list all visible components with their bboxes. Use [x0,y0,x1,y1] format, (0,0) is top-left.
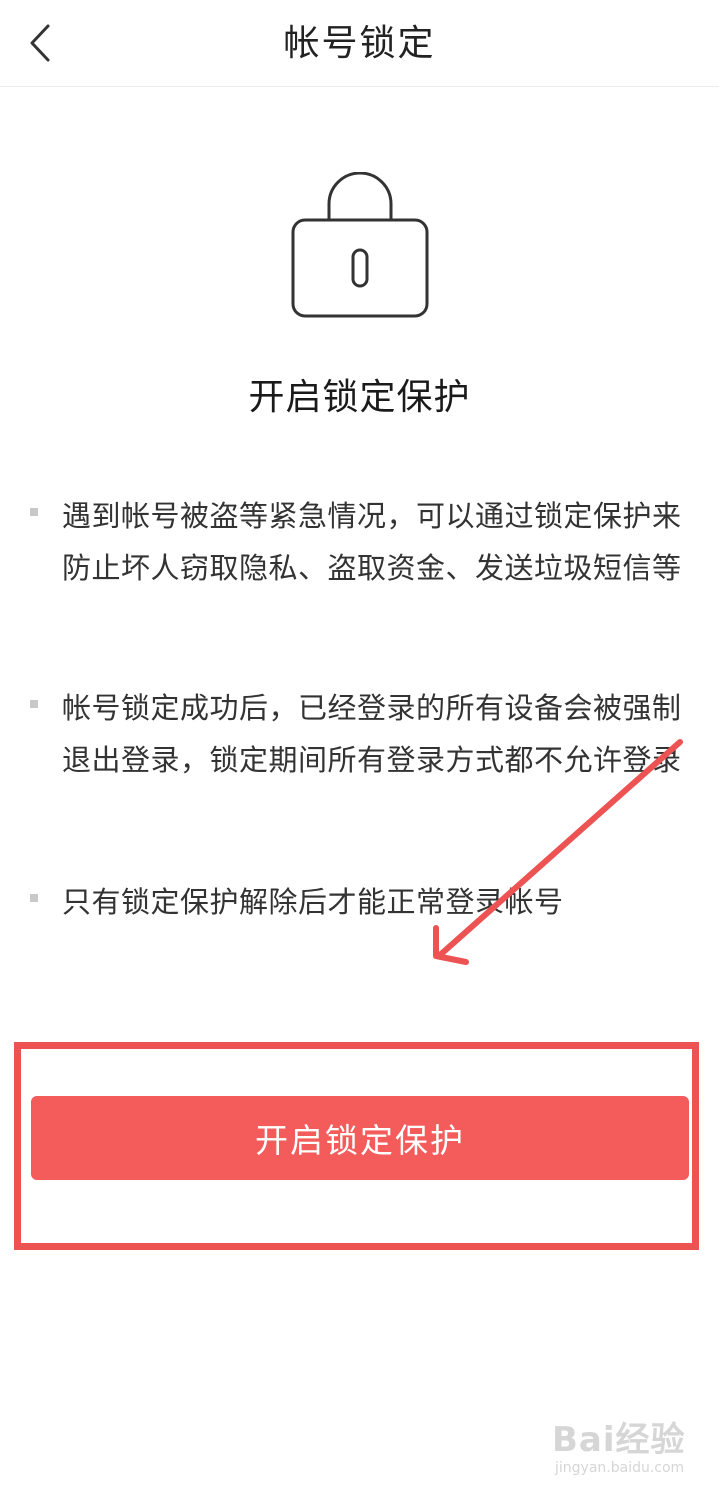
lock-protection-heading: 开启锁定保护 [248,377,471,418]
lock-icon [291,172,429,318]
list-item: 只有锁定保护解除后才能正常登录帐号 [30,876,686,928]
list-item: 遇到帐号被盗等紧急情况，可以通过锁定保护来防止坏人窃取隐私、盗取资金、发送垃圾短… [30,490,686,594]
list-item-text: 遇到帐号被盗等紧急情况，可以通过锁定保护来防止坏人窃取隐私、盗取资金、发送垃圾短… [62,499,682,585]
list-item-text: 只有锁定保护解除后才能正常登录帐号 [62,885,564,919]
top-nav-bar: 帐号锁定 [0,0,719,87]
watermark-url: jingyan.baidu.com [555,1460,685,1476]
bullet-marker [30,894,38,902]
bullet-marker [30,508,38,516]
bullet-marker [30,700,38,708]
watermark: Bai经验 jingyan.baidu.com [552,1412,712,1482]
page-title: 帐号锁定 [283,23,436,64]
list-item-text: 帐号锁定成功后，已经登录的所有设备会被强制退出登录，锁定期间所有登录方式都不允许… [62,691,682,777]
enable-lock-button[interactable]: 开启锁定保护 [31,1096,689,1180]
list-item: 帐号锁定成功后，已经登录的所有设备会被强制退出登录，锁定期间所有登录方式都不允许… [30,682,686,786]
watermark-brand: Bai经验 [552,1420,686,1460]
